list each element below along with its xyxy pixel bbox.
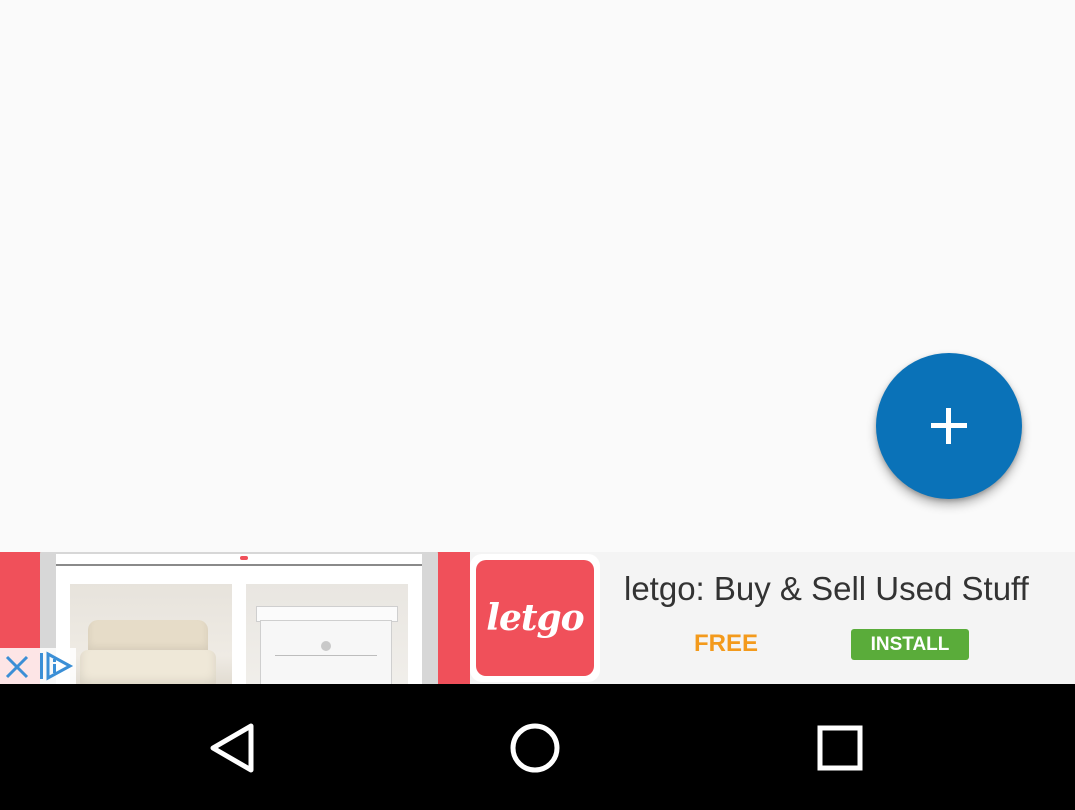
letgo-logo-text: letgo [476,560,594,676]
plus-icon [931,408,967,444]
sofa-photo [70,584,232,684]
screen: letgo letgo: Buy & Sell Used Stuff FREE … [0,0,1075,810]
dresser-knob [321,641,331,651]
main-content-area [0,0,1075,552]
ad-banner[interactable]: letgo letgo: Buy & Sell Used Stuff FREE … [0,552,1075,684]
sofa-back [88,620,208,654]
ad-install-button[interactable]: INSTALL [851,629,969,660]
adchoices-icon[interactable] [38,650,74,682]
home-circle-icon[interactable] [495,708,575,788]
ad-choices [0,648,76,684]
dresser-drawer-line [275,655,377,656]
dresser-photo [246,584,408,684]
close-icon[interactable] [2,650,32,682]
ad-phone-screen [56,554,422,684]
sofa-seat [80,650,216,684]
ad-app-logo[interactable]: letgo [470,554,600,682]
dresser-body [260,620,392,684]
ad-phone-accent [240,556,248,560]
ad-phone-mockup [40,552,438,684]
add-fab-button[interactable] [876,353,1022,499]
ad-price: FREE [694,630,759,657]
ad-phone-divider [56,564,422,566]
recents-square-icon[interactable] [800,708,880,788]
navigation-bar [0,684,1075,810]
ad-title[interactable]: letgo: Buy & Sell Used Stuff [624,570,1029,608]
back-triangle-icon[interactable] [195,708,275,788]
